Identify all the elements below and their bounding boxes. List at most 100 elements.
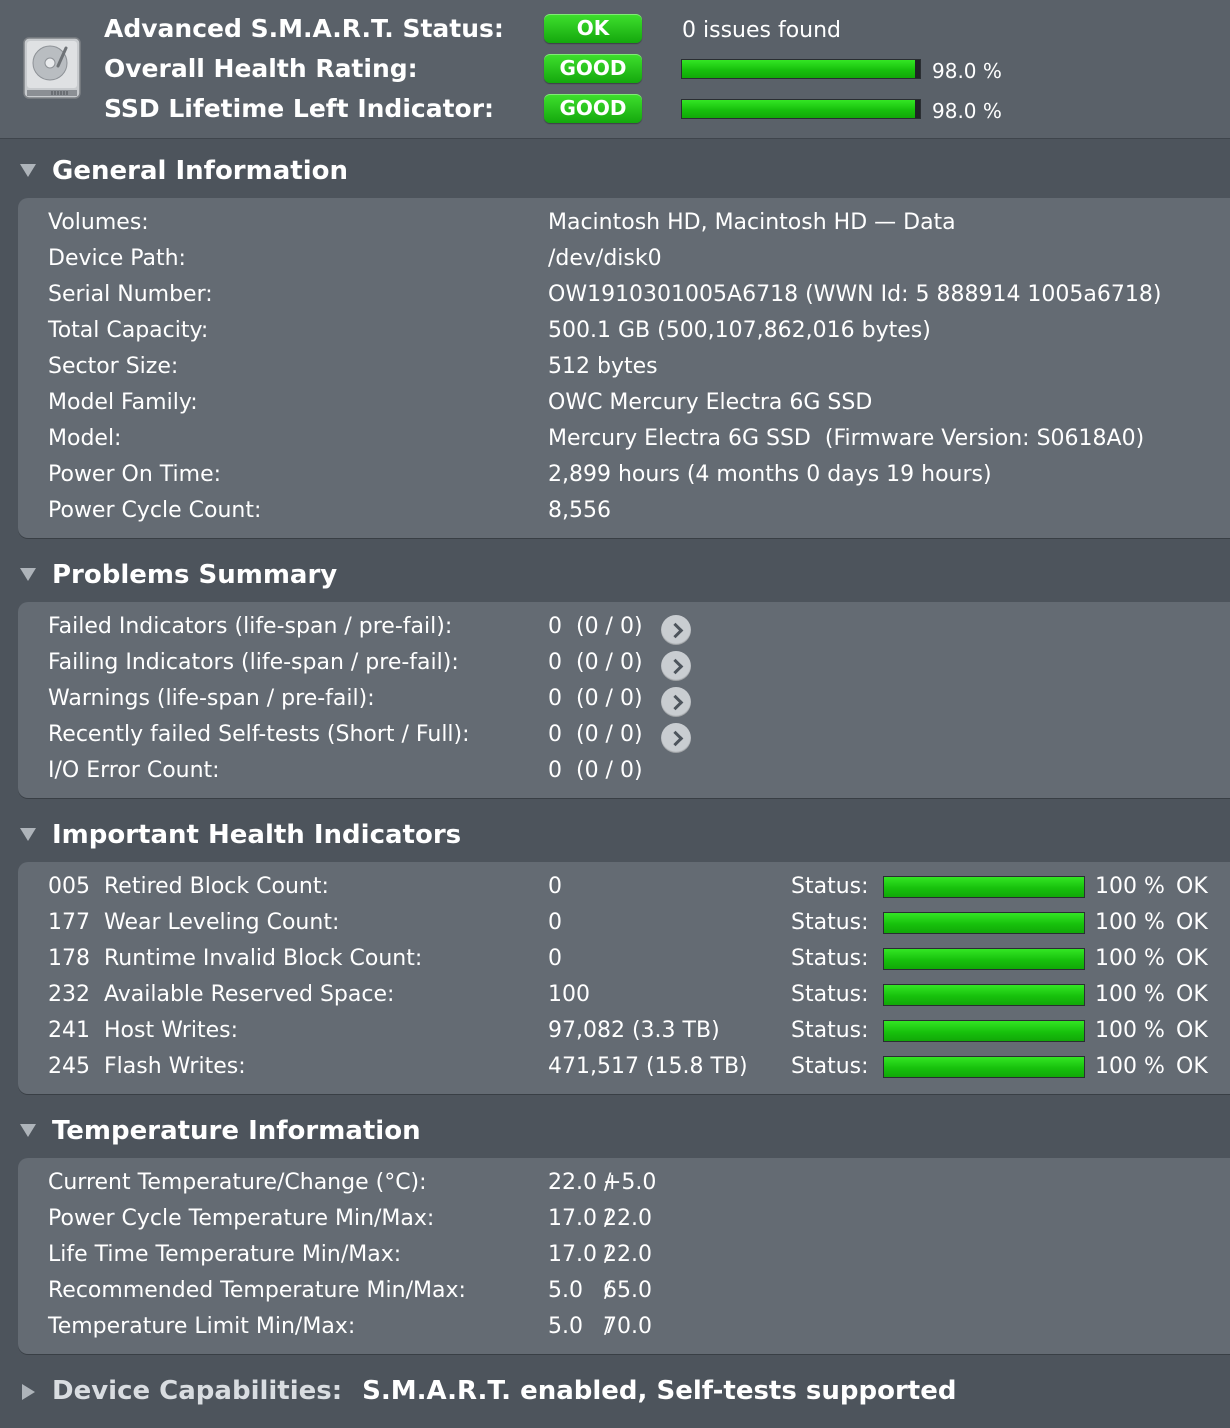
attribute-value: 0 [548, 874, 562, 899]
status-bar [883, 984, 1085, 1006]
temperature-min: 17.0 / [548, 1242, 612, 1267]
info-label: Power Cycle Count: [48, 498, 262, 523]
health-rating-percent: 98.0 % [932, 59, 1002, 83]
info-label: Sector Size: [48, 354, 179, 379]
problem-value: 0 (0 / 0) [548, 614, 643, 639]
problem-label: Failing Indicators (life-span / pre-fail… [48, 650, 459, 675]
status-label: Status: [791, 1018, 869, 1043]
info-row-sector-size: Sector Size: 512 bytes [18, 350, 1228, 386]
status-bar [883, 1056, 1085, 1078]
temperature-label: Temperature Limit Min/Max: [48, 1314, 356, 1339]
problem-label: Warnings (life-span / pre-fail): [48, 686, 375, 711]
disclosure-triangle-icon[interactable] [20, 828, 36, 841]
temperature-label: Life Time Temperature Min/Max: [48, 1242, 402, 1267]
temperature-min: 5.0 / [548, 1278, 612, 1303]
status-text: OK [1176, 982, 1208, 1007]
attribute-value: 471,517 (15.8 TB) [548, 1054, 748, 1079]
temperature-information-panel: Current Temperature/Change (°C): 22.0 / … [18, 1158, 1230, 1354]
status-bar [883, 948, 1085, 970]
temperature-row: Power Cycle Temperature Min/Max: 17.0 / … [18, 1202, 1228, 1238]
info-value: 2,899 hours (4 months 0 days 19 hours) [548, 462, 992, 487]
device-capabilities-row[interactable]: Device Capabilities: S.M.A.R.T. enabled, … [52, 1376, 956, 1406]
attribute-name: Runtime Invalid Block Count: [104, 946, 423, 971]
health-rating-bar [681, 59, 921, 79]
temperature-label: Power Cycle Temperature Min/Max: [48, 1206, 435, 1231]
problem-label: I/O Error Count: [48, 758, 220, 783]
info-row-power-cycle-count: Power Cycle Count: 8,556 [18, 494, 1228, 530]
chevron-right-icon[interactable] [661, 651, 691, 681]
attribute-id: 178 [48, 946, 90, 971]
disclosure-triangle-collapsed-icon[interactable] [22, 1384, 35, 1400]
temperature-information-header[interactable]: Temperature Information [0, 1112, 1230, 1152]
status-label: Status: [791, 874, 869, 899]
section-title: General Information [52, 156, 348, 186]
attribute-id: 245 [48, 1054, 90, 1079]
info-row-device-path: Device Path: /dev/disk0 [18, 242, 1228, 278]
status-text: OK [1176, 910, 1208, 935]
health-row: 241 Host Writes: 97,082 (3.3 TB) Status:… [18, 1014, 1228, 1050]
status-text: OK [1176, 1054, 1208, 1079]
temperature-max: +5.0 [603, 1170, 657, 1195]
info-row-serial-number: Serial Number: OW1910301005A6718 (WWN Id… [18, 278, 1228, 314]
status-percent: 100 % [1095, 874, 1165, 899]
info-row-volumes: Volumes: Macintosh HD, Macintosh HD — Da… [18, 206, 1228, 242]
attribute-name: Host Writes: [104, 1018, 239, 1043]
status-label: Status: [791, 982, 869, 1007]
health-row: 178 Runtime Invalid Block Count: 0 Statu… [18, 942, 1228, 978]
info-value: 500.1 GB (500,107,862,016 bytes) [548, 318, 931, 343]
temperature-row: Temperature Limit Min/Max: 5.0 / 70.0 [18, 1310, 1228, 1346]
temperature-row: Current Temperature/Change (°C): 22.0 / … [18, 1166, 1228, 1202]
disclosure-triangle-icon[interactable] [20, 1124, 36, 1137]
disclosure-triangle-icon[interactable] [20, 164, 36, 177]
health-indicators-header[interactable]: Important Health Indicators [0, 816, 1230, 856]
status-percent: 100 % [1095, 1054, 1165, 1079]
info-row-model: Model: Mercury Electra 6G SSD (Firmware … [18, 422, 1228, 458]
problem-row-io-errors: I/O Error Count: 0 (0 / 0) [18, 754, 1228, 790]
problems-summary-header[interactable]: Problems Summary [0, 556, 1230, 596]
problem-row-failed-indicators: Failed Indicators (life-span / pre-fail)… [18, 610, 1228, 646]
smart-status-label: Advanced S.M.A.R.T. Status: [104, 14, 504, 43]
lifetime-left-badge: GOOD [544, 94, 642, 123]
lifetime-left-row: SSD Lifetime Left Indicator: GOOD 98.0 % [0, 88, 1230, 128]
status-text: OK [1176, 1018, 1208, 1043]
status-percent: 100 % [1095, 1018, 1165, 1043]
health-rating-label: Overall Health Rating: [104, 54, 418, 83]
health-row: 245 Flash Writes: 471,517 (15.8 TB) Stat… [18, 1050, 1228, 1086]
smart-status-row: Advanced S.M.A.R.T. Status: OK 0 issues … [0, 8, 1230, 48]
attribute-name: Flash Writes: [104, 1054, 246, 1079]
problem-label: Failed Indicators (life-span / pre-fail)… [48, 614, 453, 639]
attribute-id: 241 [48, 1018, 90, 1043]
attribute-id: 177 [48, 910, 90, 935]
chevron-right-icon[interactable] [661, 723, 691, 753]
info-label: Model Family: [48, 390, 198, 415]
general-information-panel: Volumes: Macintosh HD, Macintosh HD — Da… [18, 198, 1230, 538]
status-text: OK [1176, 946, 1208, 971]
status-label: Status: [791, 910, 869, 935]
status-text: OK [1176, 874, 1208, 899]
info-label: Device Path: [48, 246, 186, 271]
attribute-value: 0 [548, 910, 562, 935]
temperature-max: 22.0 [603, 1242, 652, 1267]
disclosure-triangle-icon[interactable] [20, 568, 36, 581]
section-title: Temperature Information [52, 1116, 421, 1146]
section-title: Important Health Indicators [52, 820, 462, 850]
status-label: Status: [791, 1054, 869, 1079]
problem-row-self-tests: Recently failed Self-tests (Short / Full… [18, 718, 1228, 754]
problem-row-failing-indicators: Failing Indicators (life-span / pre-fail… [18, 646, 1228, 682]
info-value: Mercury Electra 6G SSD (Firmware Version… [548, 426, 1145, 451]
status-label: Status: [791, 946, 869, 971]
device-capabilities-value: S.M.A.R.T. enabled, Self-tests supported [362, 1376, 957, 1406]
general-information-header[interactable]: General Information [0, 152, 1230, 192]
chevron-right-icon[interactable] [661, 687, 691, 717]
temperature-row: Recommended Temperature Min/Max: 5.0 / 6… [18, 1274, 1228, 1310]
temperature-max: 65.0 [603, 1278, 652, 1303]
smart-status-badge: OK [544, 14, 642, 43]
attribute-name: Retired Block Count: [104, 874, 329, 899]
info-label: Serial Number: [48, 282, 213, 307]
temperature-label: Current Temperature/Change (°C): [48, 1170, 427, 1195]
temperature-max: 70.0 [603, 1314, 652, 1339]
attribute-name: Available Reserved Space: [104, 982, 395, 1007]
problem-value: 0 (0 / 0) [548, 686, 643, 711]
temperature-min: 17.0 / [548, 1206, 612, 1231]
chevron-right-icon[interactable] [661, 615, 691, 645]
